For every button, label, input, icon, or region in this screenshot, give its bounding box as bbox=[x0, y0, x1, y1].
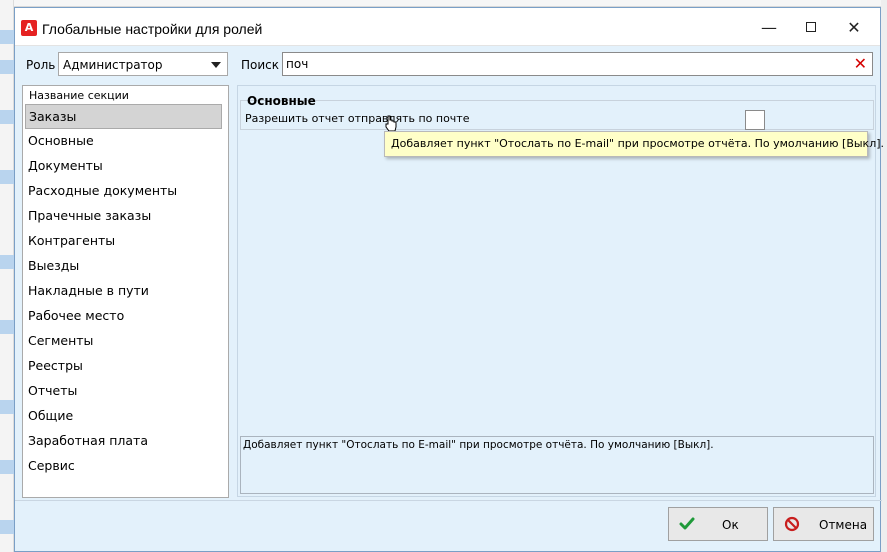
section-item-service[interactable]: Сервис bbox=[25, 454, 222, 479]
settings-dialog: A Глобальные настройки для ролей — ✕ Рол… bbox=[14, 7, 884, 552]
setting-description-box: Добавляет пункт "Отослать по E-mail" при… bbox=[240, 436, 874, 494]
section-item-waybills-in-transit[interactable]: Накладные в пути bbox=[25, 279, 222, 304]
section-item-contractors[interactable]: Контрагенты bbox=[25, 229, 222, 254]
sections-items: Заказы Основные Документы Расходные доку… bbox=[23, 104, 228, 479]
section-item-laundry-orders[interactable]: Прачечные заказы bbox=[25, 204, 222, 229]
section-item-visits[interactable]: Выезды bbox=[25, 254, 222, 279]
filter-row: Роль Администратор Поиск ✕ bbox=[15, 52, 882, 76]
background-window-edge bbox=[881, 0, 887, 552]
settings-panel: Основные Разрешить отчет отправлять по п… bbox=[237, 85, 884, 497]
minimize-button[interactable]: — bbox=[748, 8, 790, 46]
ok-button-label: Ок bbox=[722, 518, 739, 532]
role-select-value: Администратор bbox=[63, 58, 163, 72]
search-label: Поиск bbox=[241, 58, 280, 72]
no-entry-icon bbox=[784, 516, 800, 532]
window-title: Глобальные настройки для ролей bbox=[42, 21, 263, 37]
checkmark-icon bbox=[679, 517, 695, 530]
clear-icon[interactable]: ✕ bbox=[854, 56, 867, 72]
background-window-header bbox=[0, 0, 887, 7]
setting-checkbox-email-report[interactable] bbox=[745, 110, 765, 130]
section-item-salary[interactable]: Заработная плата bbox=[25, 429, 222, 454]
settings-group-title: Основные bbox=[247, 94, 316, 108]
section-item-documents[interactable]: Документы bbox=[25, 154, 222, 179]
section-item-general[interactable]: Общие bbox=[25, 404, 222, 429]
section-item-orders[interactable]: Заказы bbox=[25, 104, 222, 129]
title-bar: A Глобальные настройки для ролей — ✕ bbox=[15, 8, 880, 46]
chevron-down-icon bbox=[211, 62, 221, 68]
background-window-strip bbox=[0, 0, 14, 552]
search-field[interactable]: ✕ bbox=[282, 52, 873, 76]
section-item-main[interactable]: Основные bbox=[25, 129, 222, 154]
ok-button[interactable]: Ок bbox=[668, 507, 768, 541]
cancel-button-label: Отмена bbox=[819, 518, 868, 532]
mouse-cursor-icon bbox=[385, 115, 397, 132]
section-item-segments[interactable]: Сегменты bbox=[25, 329, 222, 354]
search-input[interactable] bbox=[286, 56, 846, 72]
maximize-icon bbox=[806, 22, 816, 32]
app-logo-icon: A bbox=[21, 20, 37, 36]
section-item-reports[interactable]: Отчеты bbox=[25, 379, 222, 404]
role-label: Роль bbox=[26, 58, 56, 72]
section-item-registers[interactable]: Реестры bbox=[25, 354, 222, 379]
maximize-button[interactable] bbox=[790, 8, 832, 46]
role-select[interactable]: Администратор bbox=[58, 52, 228, 76]
section-item-workplace[interactable]: Рабочее место bbox=[25, 304, 222, 329]
sections-list: Название секции Заказы Основные Документ… bbox=[22, 85, 229, 498]
cancel-button[interactable]: Отмена bbox=[773, 507, 874, 541]
sections-column-header: Название секции bbox=[29, 89, 129, 102]
setting-description-text: Добавляет пункт "Отослать по E-mail" при… bbox=[243, 439, 714, 451]
setting-tooltip: Добавляет пункт "Отослать по E-mail" при… bbox=[384, 131, 884, 157]
setting-label-email-report: Разрешить отчет отправлять по почте bbox=[245, 112, 470, 125]
footer-divider bbox=[15, 500, 882, 501]
close-button[interactable]: ✕ bbox=[833, 8, 875, 46]
section-item-expense-documents[interactable]: Расходные документы bbox=[25, 179, 222, 204]
